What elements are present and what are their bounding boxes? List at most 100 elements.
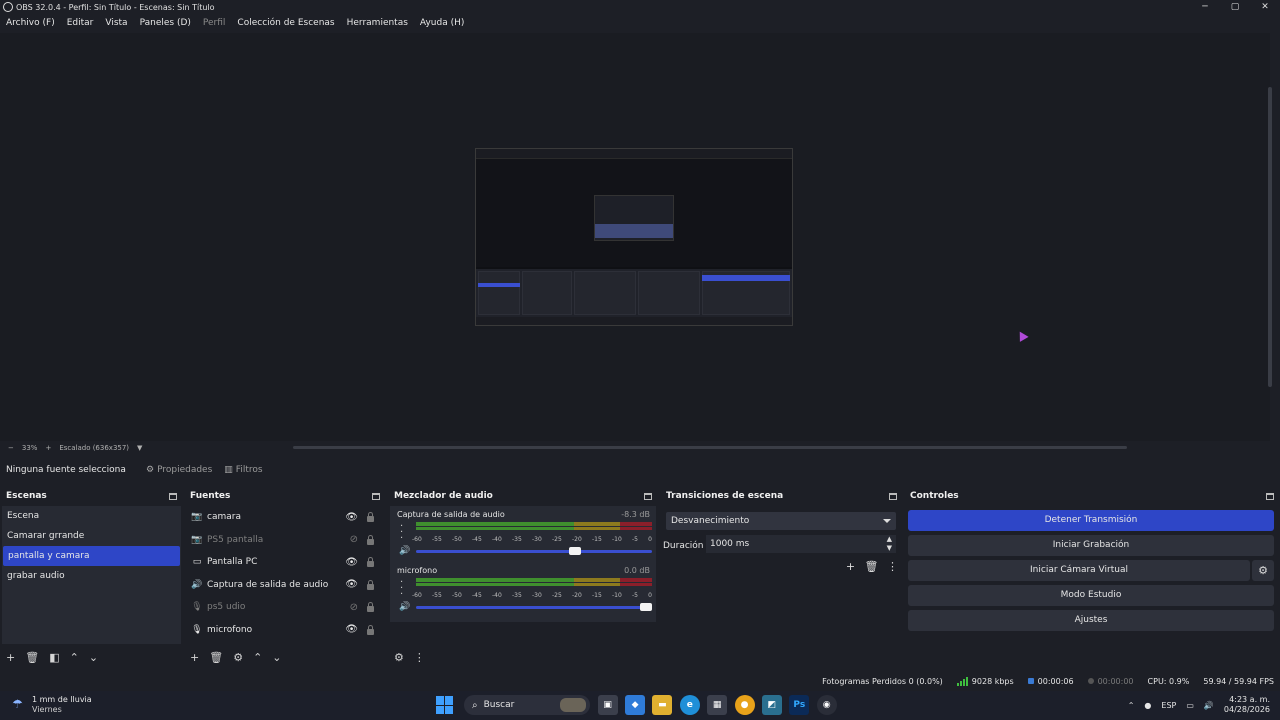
mute-speaker-icon[interactable]: 🔊 bbox=[399, 546, 410, 556]
volume-slider-handle[interactable] bbox=[569, 547, 582, 555]
start-recording-button[interactable]: Iniciar Grabación bbox=[908, 535, 1274, 556]
volume-slider[interactable] bbox=[416, 603, 652, 611]
move-up-icon[interactable]: ⌃ bbox=[70, 651, 79, 664]
remove-scene-icon[interactable]: 🗑 bbox=[25, 651, 39, 664]
source-item[interactable]: 📷 PS5 pantalla ⊘ bbox=[186, 529, 384, 552]
remove-source-icon[interactable]: 🗑 bbox=[209, 651, 223, 664]
menu-docks[interactable]: Paneles (D) bbox=[134, 18, 197, 28]
visibility-eye-icon[interactable]: 👁 bbox=[345, 512, 358, 523]
lock-icon[interactable] bbox=[367, 602, 374, 612]
lock-icon[interactable] bbox=[367, 512, 374, 522]
visibility-eye-icon[interactable]: 👁 bbox=[345, 557, 358, 568]
lock-icon[interactable] bbox=[367, 624, 374, 635]
channel-menu-icon[interactable]: · · · bbox=[400, 578, 404, 600]
source-properties-icon[interactable]: ⚙ bbox=[233, 651, 243, 664]
preview-horizontal-scrollbar[interactable] bbox=[293, 446, 1127, 449]
microsoft-store-icon[interactable]: ▦ bbox=[707, 695, 728, 715]
mixer-menu-icon[interactable]: ⋮ bbox=[414, 651, 425, 664]
filters-button[interactable]: ▥ Filtros bbox=[220, 465, 266, 475]
undock-icon[interactable] bbox=[169, 492, 177, 500]
stop-streaming-button[interactable]: Detener Transmisión bbox=[908, 510, 1274, 531]
visibility-eye-icon[interactable]: 👁 bbox=[345, 579, 358, 590]
close-button[interactable]: ✕ bbox=[1250, 0, 1280, 14]
source-item[interactable]: ▭ Pantalla PC 👁 bbox=[186, 551, 384, 574]
file-explorer-icon[interactable]: ▬ bbox=[652, 695, 673, 715]
preview-vertical-scrollbar[interactable] bbox=[1268, 87, 1272, 387]
taskbar-search[interactable]: ⌕ Buscar bbox=[464, 695, 590, 715]
lock-icon[interactable] bbox=[367, 579, 374, 590]
task-view-icon[interactable]: ▣ bbox=[597, 695, 618, 715]
lock-icon[interactable] bbox=[367, 557, 374, 567]
move-up-icon[interactable]: ⌃ bbox=[253, 651, 262, 664]
obs-taskbar-icon[interactable]: ◉ bbox=[816, 695, 837, 715]
preview-canvas[interactable] bbox=[475, 148, 793, 326]
source-item[interactable]: 📷 camara 👁 bbox=[186, 506, 384, 529]
scene-item[interactable]: Camarar grrande bbox=[2, 526, 181, 546]
undock-icon[interactable] bbox=[644, 492, 652, 500]
add-transition-icon[interactable]: + bbox=[840, 560, 861, 573]
volume-slider-handle[interactable] bbox=[640, 603, 652, 611]
mute-speaker-icon[interactable]: 🔊 bbox=[399, 602, 410, 612]
zoom-out-button[interactable]: − bbox=[8, 444, 14, 452]
channel-menu-icon[interactable]: · · · bbox=[400, 522, 404, 544]
mixer-channel: microfono 0.0 dB · · · -60 -55 -50 -45 -40 -35-… bbox=[390, 562, 656, 618]
virtual-camera-settings-icon[interactable]: ⚙ bbox=[1252, 560, 1274, 581]
menu-edit[interactable]: Editar bbox=[61, 18, 100, 28]
transition-toolbar: + 🗑 ⋮ bbox=[840, 560, 903, 573]
move-down-icon[interactable]: ⌄ bbox=[272, 651, 281, 664]
visibility-eye-icon[interactable]: 👁 bbox=[345, 624, 358, 635]
volume-slider[interactable] bbox=[416, 547, 652, 555]
undock-icon[interactable] bbox=[1266, 492, 1274, 500]
visibility-hidden-icon[interactable]: ⊘ bbox=[350, 602, 358, 613]
add-scene-icon[interactable]: + bbox=[6, 651, 15, 664]
minimize-button[interactable]: ─ bbox=[1190, 0, 1220, 14]
volume-icon[interactable]: 🔊 bbox=[1204, 701, 1214, 710]
scene-item-selected[interactable]: pantalla y camara bbox=[3, 546, 180, 566]
transition-select[interactable]: Desvanecimiento bbox=[666, 512, 896, 530]
add-source-icon[interactable]: + bbox=[190, 651, 199, 664]
undock-icon[interactable] bbox=[372, 492, 380, 500]
maximize-button[interactable]: ▢ bbox=[1220, 0, 1250, 14]
remove-transition-icon[interactable]: 🗑 bbox=[861, 560, 882, 573]
scale-dropdown-icon[interactable]: ▼ bbox=[137, 444, 142, 452]
transition-menu-icon[interactable]: ⋮ bbox=[882, 560, 903, 573]
move-down-icon[interactable]: ⌄ bbox=[89, 651, 98, 664]
scene-item[interactable]: Escena bbox=[2, 506, 181, 526]
weather-widget[interactable]: ☂ 1 mm de lluvia Viernes bbox=[12, 695, 92, 715]
app-icon[interactable]: ◩ bbox=[761, 695, 782, 715]
transitions-dock: Transiciones de escena Desvanecimiento D… bbox=[660, 488, 903, 668]
properties-button[interactable]: ⚙ Propiedades bbox=[142, 465, 216, 475]
menu-scene-collection[interactable]: Colección de Escenas bbox=[231, 18, 340, 28]
spinner-arrows-icon[interactable]: ▲ ▼ bbox=[887, 535, 892, 553]
photoshop-icon[interactable]: Ps bbox=[789, 695, 810, 715]
zoom-in-button[interactable]: + bbox=[45, 444, 51, 452]
settings-button[interactable]: Ajustes bbox=[908, 610, 1274, 631]
menu-help[interactable]: Ayuda (H) bbox=[414, 18, 470, 28]
chrome-icon[interactable]: ● bbox=[734, 695, 755, 715]
network-icon[interactable]: ▭ bbox=[1186, 701, 1194, 710]
visibility-hidden-icon[interactable]: ⊘ bbox=[350, 534, 358, 545]
start-virtual-camera-button[interactable]: Iniciar Cámara Virtual bbox=[908, 560, 1250, 581]
source-item[interactable]: 🎙 microfono 👁 bbox=[186, 619, 384, 642]
tray-chevron-icon[interactable]: ⌃ bbox=[1128, 701, 1135, 710]
tray-app-icon[interactable]: ● bbox=[1144, 701, 1151, 710]
undock-icon[interactable] bbox=[889, 492, 897, 500]
menu-file[interactable]: Archivo (F) bbox=[0, 18, 61, 28]
language-indicator[interactable]: ESP bbox=[1161, 701, 1176, 710]
menu-view[interactable]: Vista bbox=[99, 18, 133, 28]
scene-filters-icon[interactable]: ◧ bbox=[49, 651, 59, 664]
duration-input[interactable]: 1000 ms ▲ ▼ bbox=[706, 535, 896, 553]
source-item[interactable]: 🔊 Captura de salida de audio 👁 bbox=[186, 574, 384, 597]
bitrate-status: 9028 kbps bbox=[956, 676, 1014, 686]
edge-browser-icon[interactable]: e bbox=[679, 695, 700, 715]
studio-mode-button[interactable]: Modo Estudio bbox=[908, 585, 1274, 606]
lock-icon[interactable] bbox=[367, 534, 374, 545]
source-item[interactable]: 🎙 ps5 udio ⊘ bbox=[186, 596, 384, 619]
scene-item[interactable]: grabar audio bbox=[2, 566, 181, 586]
menu-profile[interactable]: Perfil bbox=[197, 18, 232, 28]
advanced-audio-icon[interactable]: ⚙ bbox=[394, 651, 404, 664]
clock[interactable]: 4:23 a. m. 04/28/2026 bbox=[1224, 695, 1270, 715]
menu-tools[interactable]: Herramientas bbox=[341, 18, 414, 28]
copilot-icon[interactable]: ◆ bbox=[625, 695, 646, 715]
windows-start-icon[interactable] bbox=[436, 696, 454, 714]
